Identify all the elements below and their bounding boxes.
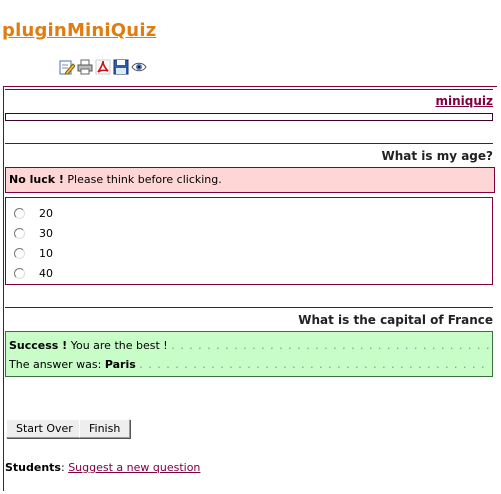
dotted-filler: . . . . . . . . . . . . . . . . . . . . …: [171, 339, 489, 352]
finish-button[interactable]: Finish: [79, 419, 131, 438]
feedback-message: You are the best !: [70, 339, 168, 352]
feedback-success: Success ! You are the best ! . . . . . .…: [5, 331, 493, 377]
start-over-button[interactable]: Start Over: [6, 419, 83, 438]
module-box: [5, 113, 493, 121]
divider: [5, 89, 493, 90]
feedback-status: No luck !: [9, 173, 64, 186]
radio-button[interactable]: [14, 227, 25, 239]
answer-options: 20 30 10 40: [5, 197, 493, 285]
option-label: 20: [39, 206, 53, 220]
question-2-text: What is the capital of France: [298, 313, 493, 327]
option-label: 10: [39, 246, 53, 260]
divider: [5, 143, 493, 144]
view-icon[interactable]: [131, 59, 147, 75]
footer-label: Students: [5, 461, 61, 474]
page-toolbar: [59, 59, 147, 76]
answer-value: Paris: [104, 358, 136, 371]
option-label: 40: [39, 266, 53, 280]
option-20[interactable]: 20: [14, 205, 53, 221]
answer-label: The answer was:: [9, 358, 102, 371]
option-10[interactable]: 10: [14, 245, 53, 261]
dotted-filler: . . . . . . . . . . . . . . . . . . . . …: [139, 358, 489, 371]
pdf-icon[interactable]: [95, 59, 111, 75]
save-icon[interactable]: [113, 59, 129, 75]
option-label: 30: [39, 226, 53, 240]
feedback-status: Success !: [9, 339, 68, 352]
footer: Students: Suggest a new question: [5, 461, 201, 474]
answer-line: The answer was: Paris . . . . . . . . . …: [9, 357, 489, 373]
suggest-question-link[interactable]: Suggest a new question: [68, 461, 200, 474]
divider: [5, 307, 493, 308]
radio-button[interactable]: [14, 207, 25, 219]
print-icon[interactable]: [77, 59, 93, 75]
module-title-link[interactable]: miniquiz: [435, 94, 493, 108]
option-30[interactable]: 30: [14, 225, 53, 241]
radio-button[interactable]: [14, 247, 25, 259]
success-message-line: Success ! You are the best ! . . . . . .…: [9, 338, 489, 354]
question-1-text: What is my age?: [381, 149, 493, 163]
feedback-message: Please think before clicking.: [67, 173, 222, 186]
radio-button[interactable]: [14, 267, 25, 279]
option-40[interactable]: 40: [14, 265, 53, 281]
edit-icon[interactable]: [59, 59, 76, 75]
feedback-failure: No luck ! Please think before clicking.: [5, 167, 495, 193]
page-title[interactable]: pluginMiniQuiz: [2, 20, 156, 41]
